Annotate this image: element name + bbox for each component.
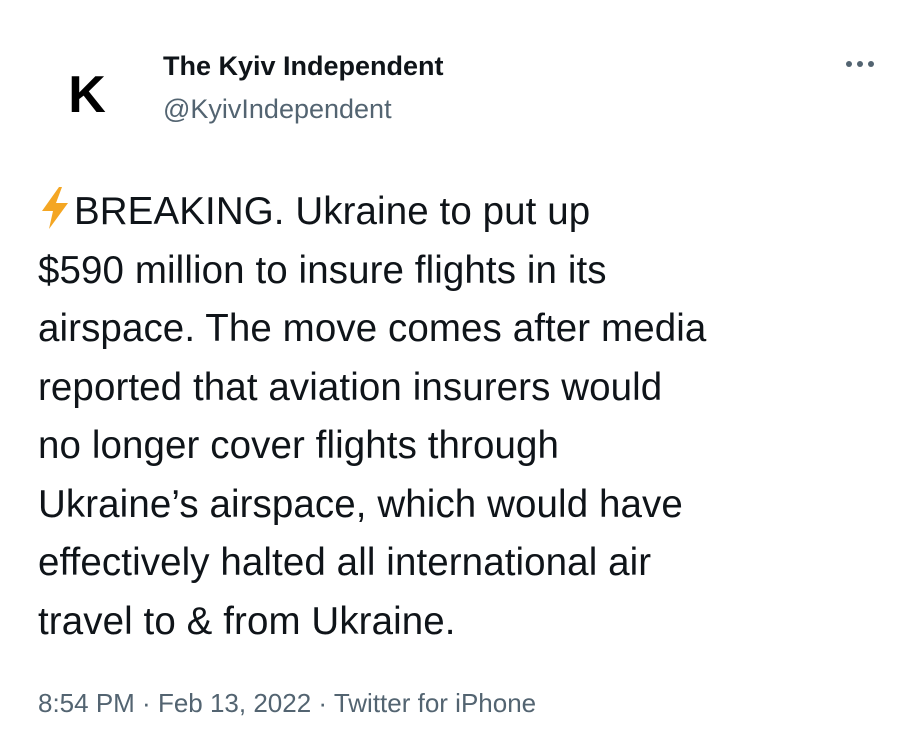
more-options-button[interactable] bbox=[840, 52, 880, 76]
tweet-text-line: BREAKING. Ukraine to put up bbox=[38, 183, 898, 242]
tweet-text-line-4: no longer cover flights through bbox=[38, 424, 560, 467]
meta-separator: · bbox=[134, 688, 158, 718]
tweet-text-line-1: $590 million to insure flights in its bbox=[38, 248, 607, 292]
meta-separator: · bbox=[311, 688, 334, 718]
tweet-text-line-7: travel to & from Ukraine. bbox=[38, 599, 456, 643]
avatar-letter: K bbox=[68, 66, 106, 124]
tweet-metadata: 8:54 PM · Feb 13, 2022 · Twitter for iPh… bbox=[38, 688, 536, 719]
tweet-text: BREAKING. Ukraine to put up $590 million… bbox=[38, 183, 898, 651]
tweet-text-line-2: airspace. The move comes after media bbox=[38, 307, 707, 350]
tweet-text-line-0: BREAKING. Ukraine to put up bbox=[74, 190, 591, 233]
high-voltage-icon bbox=[42, 187, 68, 229]
tweet-text-line-3: reported that aviation insurers would bbox=[38, 365, 663, 409]
author-handle[interactable]: @KyivIndependent bbox=[163, 94, 392, 125]
tweet-date[interactable]: Feb 13, 2022 bbox=[158, 688, 311, 718]
tweet-source[interactable]: Twitter for iPhone bbox=[334, 688, 536, 718]
more-horizontal-icon bbox=[846, 61, 874, 67]
tweet-card: K The Kyiv Independent @KyivIndependent … bbox=[0, 0, 920, 730]
tweet-time[interactable]: 8:54 PM bbox=[38, 688, 135, 718]
author-display-name[interactable]: The Kyiv Independent bbox=[163, 51, 444, 82]
tweet-text-line-6: effectively halted all international air bbox=[38, 541, 652, 584]
avatar[interactable]: K bbox=[40, 40, 150, 150]
tweet-text-line-5: Ukraine’s airspace, which would have bbox=[38, 482, 683, 526]
